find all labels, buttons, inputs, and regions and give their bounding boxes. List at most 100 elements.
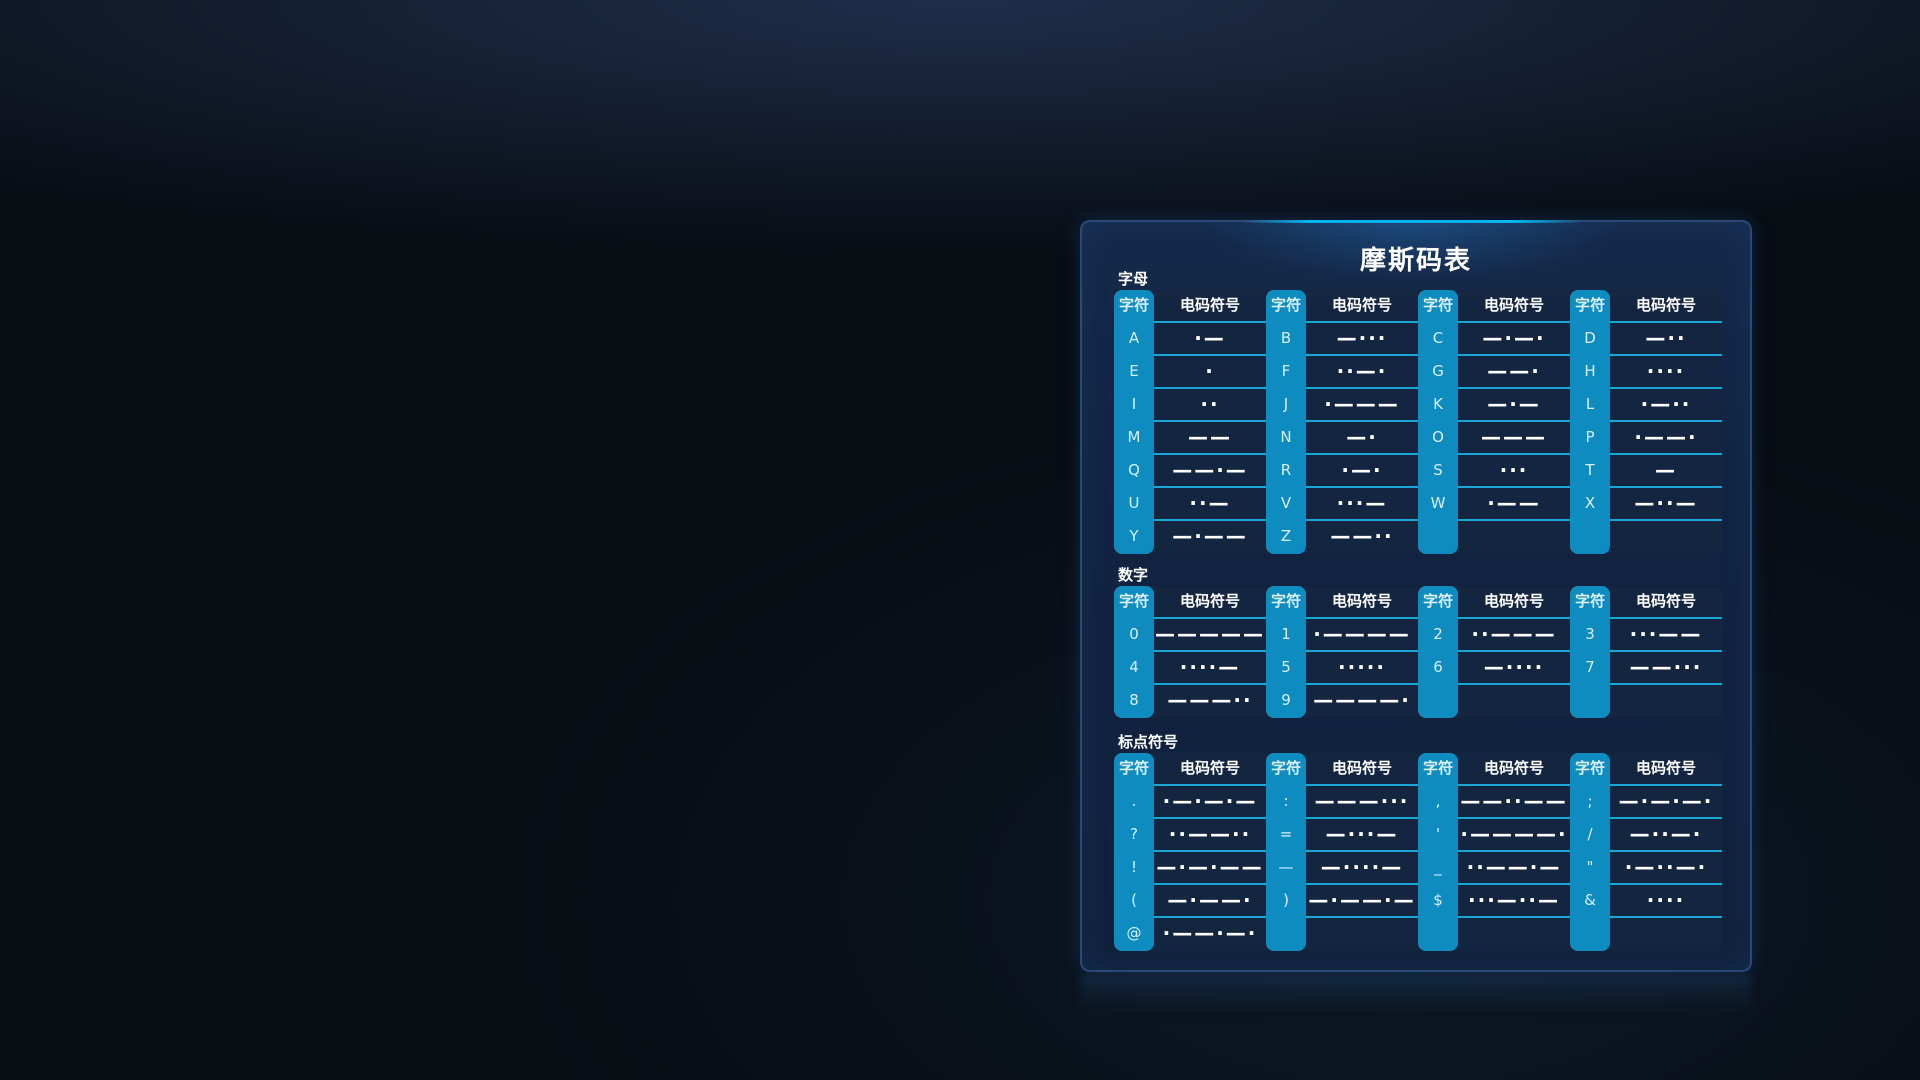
morse-char	[1266, 918, 1306, 949]
morse-code: ·—·	[1341, 458, 1383, 482]
morse-code: —	[1655, 458, 1677, 482]
morse-char: ;	[1587, 792, 1593, 810]
morse-code: ··	[1200, 392, 1220, 416]
table-row: A ·— B —··· C —·—· D —··	[1114, 323, 1722, 356]
morse-char: 9	[1281, 691, 1291, 709]
morse-char: '	[1435, 825, 1441, 843]
column-header-char: 字符	[1422, 592, 1453, 610]
morse-code: ···—··—	[1468, 888, 1560, 912]
morse-char: R	[1280, 461, 1292, 479]
column-header-code: 电码符号	[1483, 296, 1544, 314]
table-row: E · F ··—· G ——· H ····	[1114, 356, 1722, 389]
table-row: 0 ————— 1 ·———— 2 ··——— 3 ···——	[1114, 619, 1722, 652]
table-row: Q ——·— R ·—· S ··· T —	[1114, 455, 1722, 488]
morse-code: —··	[1645, 326, 1687, 350]
morse-code	[1458, 521, 1570, 552]
morse-code	[1610, 521, 1722, 552]
morse-char: $	[1433, 891, 1443, 909]
column-header-code: 电码符号	[1483, 592, 1544, 610]
morse-code: ·————	[1313, 622, 1411, 646]
column-header-code: 电码符号	[1635, 296, 1696, 314]
table-punctuation: 字符 电码符号 字符 电码符号 字符 电码符号 字符 电码符号. ·—·—·—: ———···, —…	[1114, 753, 1722, 951]
morse-char: G	[1432, 362, 1444, 380]
morse-char: :	[1283, 792, 1289, 810]
morse-char	[1418, 521, 1458, 552]
morse-char: W	[1430, 494, 1446, 512]
morse-code: —··—	[1634, 491, 1698, 515]
morse-char: S	[1433, 461, 1443, 479]
table-letters: 字符 电码符号 字符 电码符号 字符 电码符号 字符 电码符号 A ·— B —··· C —·—· D —·…	[1114, 290, 1722, 554]
morse-char: M	[1127, 428, 1141, 446]
morse-char: 4	[1129, 658, 1139, 676]
morse-char: )	[1283, 891, 1289, 909]
column-header-char: 字符	[1118, 592, 1149, 610]
morse-code: —·——	[1172, 524, 1248, 548]
morse-code	[1306, 918, 1418, 949]
column-header-char: 字符	[1574, 592, 1605, 610]
morse-code: —·—·	[1482, 326, 1546, 350]
morse-char: I	[1131, 395, 1137, 413]
morse-code: —····—	[1320, 855, 1404, 879]
panel-reflection	[1080, 975, 1752, 1015]
morse-code: ——··	[1330, 524, 1394, 548]
morse-char: L	[1585, 395, 1595, 413]
morse-char	[1570, 918, 1610, 949]
morse-code: ———··	[1167, 688, 1253, 712]
morse-code: ·——·	[1634, 425, 1698, 449]
morse-code: ——·	[1487, 359, 1541, 383]
morse-char: P	[1585, 428, 1595, 446]
column-header-char: 字符	[1574, 759, 1605, 777]
morse-code	[1610, 685, 1722, 716]
morse-code	[1610, 918, 1722, 949]
morse-char: 1	[1281, 625, 1291, 643]
table-row: I ·· J ·——— K —·— L ·—··	[1114, 389, 1722, 422]
morse-char: .	[1131, 792, 1137, 810]
table-row: 4 ····— 5 ····· 6 —···· 7 ——···	[1114, 652, 1722, 685]
column-header-char: 字符	[1118, 296, 1149, 314]
column-header-code: 电码符号	[1179, 592, 1240, 610]
table-row: ! —·—·—— — —····— _ ··——·— " ·—··—·	[1114, 852, 1722, 885]
morse-code: ···——	[1629, 622, 1703, 646]
morse-char: 2	[1433, 625, 1443, 643]
column-header-code: 电码符号	[1635, 592, 1696, 610]
morse-code: —·——·	[1167, 888, 1253, 912]
column-header-char: 字符	[1118, 759, 1149, 777]
morse-char: A	[1128, 329, 1140, 347]
table-header-row: 字符 电码符号 字符 电码符号 字符 电码符号 字符 电码符号	[1114, 753, 1722, 786]
morse-code: ——··——	[1460, 789, 1568, 813]
morse-char: 0	[1129, 625, 1139, 643]
morse-code: —·——·—	[1308, 888, 1416, 912]
column-header-char: 字符	[1270, 759, 1301, 777]
morse-code: ——···	[1629, 655, 1703, 679]
morse-code: ·—·—·—	[1162, 789, 1258, 813]
table-row: @ ·——·—·	[1114, 918, 1722, 951]
morse-code: ···—	[1336, 491, 1388, 515]
morse-code: ··—·	[1336, 359, 1388, 383]
column-header-code: 电码符号	[1635, 759, 1696, 777]
morse-char: !	[1130, 858, 1137, 876]
table-digits: 字符 电码符号 字符 电码符号 字符 电码符号 字符 电码符号 0 ————— 1 ·———— 2 ··—…	[1114, 586, 1722, 718]
table-row: 8 ———·· 9 ————·	[1114, 685, 1722, 718]
morse-char: F	[1281, 362, 1291, 380]
table-header-row: 字符 电码符号 字符 电码符号 字符 电码符号 字符 电码符号	[1114, 586, 1722, 619]
morse-code: —————	[1155, 622, 1265, 646]
morse-code: ··—	[1189, 491, 1231, 515]
morse-code: ·——·—·	[1162, 921, 1258, 945]
morse-char: T	[1585, 461, 1595, 479]
table-row: U ··— V ···— W ·—— X —··—	[1114, 488, 1722, 521]
morse-char: J	[1283, 395, 1289, 413]
morse-char: @	[1126, 924, 1142, 942]
morse-code: ··———	[1471, 622, 1557, 646]
morse-char	[1570, 685, 1610, 716]
morse-code: ·——	[1487, 491, 1541, 515]
morse-char: (	[1131, 891, 1137, 909]
column-header-code: 电码符号	[1483, 759, 1544, 777]
table-row: M —— N —· O ——— P ·——·	[1114, 422, 1722, 455]
morse-code: —··—·	[1629, 822, 1703, 846]
morse-char: D	[1584, 329, 1596, 347]
morse-char: ?	[1130, 825, 1138, 843]
morse-code: ····	[1646, 888, 1686, 912]
morse-code: ·—	[1194, 326, 1226, 350]
column-header-char: 字符	[1422, 759, 1453, 777]
morse-char: 6	[1433, 658, 1443, 676]
